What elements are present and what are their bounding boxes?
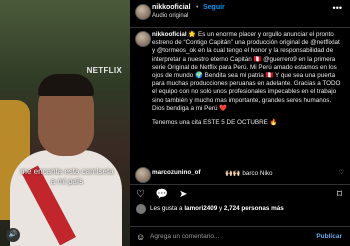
likes-connector: y: [218, 205, 223, 212]
likes-user[interactable]: lamori2409: [184, 205, 217, 212]
speaker-icon[interactable]: 🔊: [6, 228, 20, 242]
share-icon[interactable]: ➤: [179, 189, 187, 200]
caption: nikkooficial 🌟 Es un enorme placer y org…: [152, 31, 342, 127]
smile-icon[interactable]: ☺: [136, 232, 145, 242]
divider: [130, 226, 350, 227]
likes-count[interactable]: 2,724 personas más: [224, 205, 284, 212]
netflix-watermark: NETFLIX: [86, 66, 122, 75]
subtitle-line-1: me encanta esta camiseta: [20, 167, 114, 176]
instagram-post: NETFLIX me encanta esta camiseta a mi pa…: [0, 0, 350, 246]
more-options-icon[interactable]: •••: [333, 3, 342, 13]
heart-icon[interactable]: ♡: [136, 189, 145, 200]
follow-button[interactable]: Seguir: [203, 4, 225, 11]
audio-label[interactable]: Audio original: [152, 13, 188, 19]
caption-tagline: Tenemos una cita ESTE 5 DE OCTUBRE 🔥: [152, 119, 278, 127]
video-player[interactable]: NETFLIX me encanta esta camiseta a mi pa…: [0, 0, 130, 246]
post-sidebar: nikkooficial • Seguir Audio original •••…: [130, 0, 350, 246]
header-username[interactable]: nikkooficial: [152, 4, 191, 11]
likes-prefix: Les gusta a: [150, 205, 183, 212]
caption-username[interactable]: nikkooficial: [152, 31, 187, 38]
commenter-avatar[interactable]: [135, 167, 151, 183]
likes-summary[interactable]: Les gusta a lamori2409 y 2,724 personas …: [150, 205, 284, 212]
liker-avatar[interactable]: [136, 204, 146, 214]
comment-input[interactable]: Agrega un comentario...: [150, 233, 219, 240]
video-subtitle: me encanta esta camiseta a mi país: [6, 167, 128, 187]
comment-text: 🙌🏻🙌🏻 barco Niko: [225, 170, 273, 177]
header-separator: •: [196, 4, 199, 11]
caption-text: 🌟 Es un enorme placer y orgullo anunciar…: [152, 31, 341, 112]
comment-username[interactable]: marcozunino_of: [152, 169, 201, 176]
divider: [130, 27, 350, 28]
comment-like-icon[interactable]: ♡: [339, 169, 344, 176]
subtitle-line-2: a mi país: [50, 177, 84, 186]
comment-icon[interactable]: 💬: [156, 189, 168, 200]
bookmark-icon[interactable]: ⌑: [337, 189, 342, 200]
avatar[interactable]: [135, 4, 151, 20]
publish-button[interactable]: Publicar: [316, 233, 342, 240]
divider: [130, 184, 350, 185]
actor-hair: [38, 74, 94, 96]
caption-avatar[interactable]: [135, 31, 151, 47]
action-bar: ♡ 💬 ➤: [136, 189, 195, 200]
